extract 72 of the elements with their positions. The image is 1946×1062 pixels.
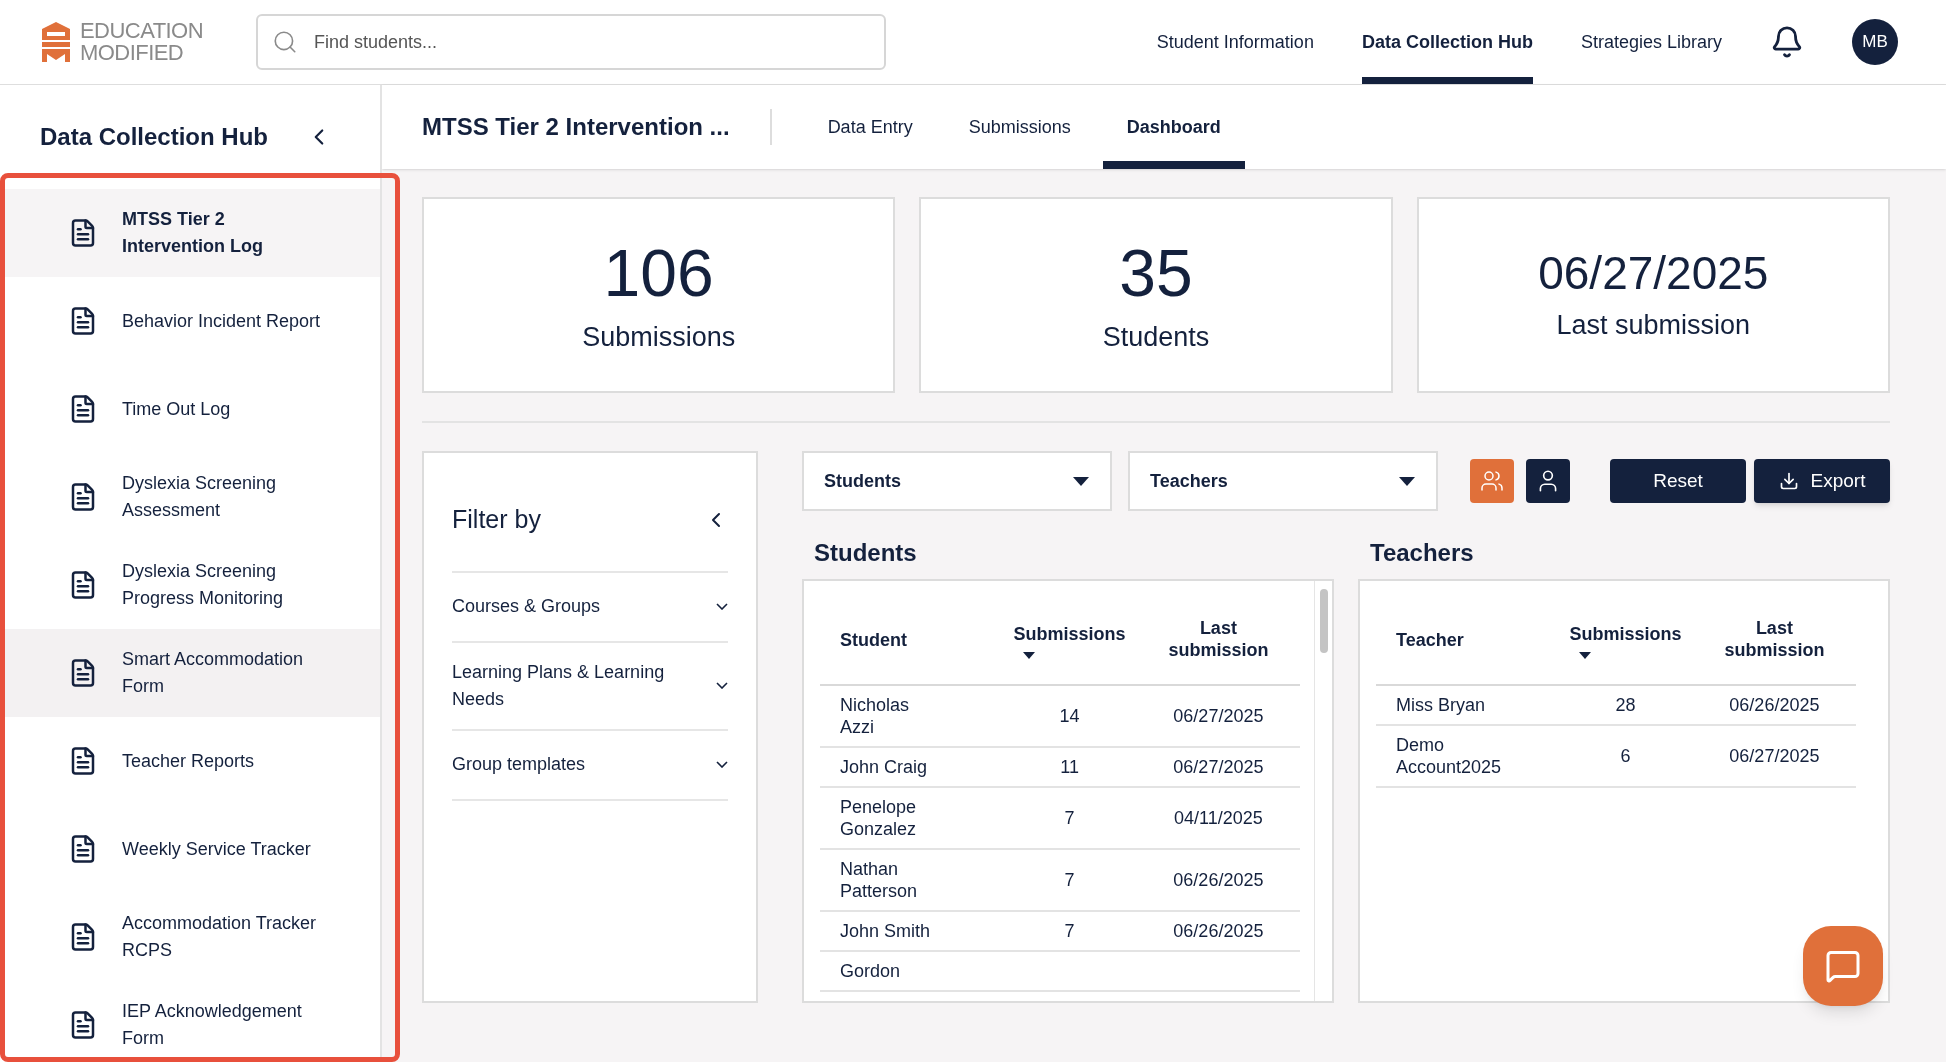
table-cell: Nicholas Azzi bbox=[820, 685, 1003, 747]
stat-label: Last submission bbox=[1556, 308, 1751, 342]
stat-value: 106 bbox=[603, 234, 714, 312]
sort-icon[interactable] bbox=[1021, 649, 1036, 660]
table-cell: Miss Bryan bbox=[1376, 685, 1559, 725]
table-cell: 7 bbox=[1002, 911, 1137, 951]
table-cell: Gordon bbox=[820, 951, 1003, 991]
caret-icon bbox=[1072, 475, 1090, 487]
table-cell: 06/26/2025 bbox=[1136, 911, 1300, 951]
filter-section[interactable]: Learning Plans & Learning Needs bbox=[452, 642, 728, 731]
table-cell: 7 bbox=[1002, 849, 1137, 911]
stat-value: 35 bbox=[1119, 234, 1193, 312]
table-cell: John Craig bbox=[820, 747, 1003, 787]
tab[interactable]: Dashboard bbox=[1102, 85, 1245, 169]
sort-icon[interactable] bbox=[1577, 649, 1592, 660]
caret-icon bbox=[1398, 475, 1416, 487]
stat-label: Submissions bbox=[582, 320, 736, 354]
table-cell: 06/26/2025 bbox=[1692, 685, 1856, 725]
table-cell: 06/27/2025 bbox=[1692, 725, 1856, 787]
column-header: Last submission bbox=[1692, 597, 1856, 685]
avatar[interactable]: MB bbox=[1852, 19, 1898, 65]
table-cell: 7 bbox=[1002, 787, 1137, 849]
tab[interactable]: Submissions bbox=[944, 85, 1095, 169]
table-cell: 14 bbox=[1002, 685, 1137, 747]
logo-icon bbox=[40, 20, 72, 64]
chevron-down-icon bbox=[716, 761, 728, 768]
table-cell: 6 bbox=[1558, 725, 1693, 787]
chat-button[interactable] bbox=[1803, 926, 1883, 1006]
column-header[interactable]: Submissions bbox=[1002, 597, 1137, 685]
search-icon bbox=[272, 29, 298, 55]
sidebar-title: Data Collection Hub bbox=[40, 122, 268, 152]
group-icon bbox=[1480, 469, 1504, 493]
column-header[interactable]: Submissions bbox=[1558, 597, 1693, 685]
table-cell: Demo Account2025 bbox=[1376, 725, 1559, 787]
table-cell: 28 bbox=[1558, 685, 1693, 725]
column-header: Last submission bbox=[1136, 597, 1300, 685]
download-icon bbox=[1778, 471, 1799, 491]
column-header: Student bbox=[820, 597, 1003, 685]
column-header: Teacher bbox=[1376, 597, 1559, 685]
section-title: Students bbox=[814, 538, 918, 568]
tab[interactable]: Data Entry bbox=[803, 85, 937, 169]
table-cell: 06/27/2025 bbox=[1136, 685, 1300, 747]
logo-text: MODIFIED bbox=[80, 42, 185, 64]
table-cell: John Smith bbox=[820, 911, 1003, 951]
stat-label: Students bbox=[1102, 320, 1210, 354]
filter-section[interactable]: Group templates bbox=[452, 730, 728, 801]
dropdown[interactable]: Teachers bbox=[1128, 451, 1438, 511]
view-toggle[interactable] bbox=[1470, 459, 1514, 503]
export-button[interactable]: Export bbox=[1754, 459, 1890, 503]
search-field[interactable]: Find students... bbox=[256, 14, 886, 70]
stat-value: 06/27/2025 bbox=[1538, 245, 1769, 301]
chevron-down-icon bbox=[716, 603, 728, 610]
bell-icon[interactable] bbox=[1770, 25, 1804, 59]
nav-link[interactable]: Strategies Library bbox=[1580, 0, 1722, 84]
table-cell: Nathan Patterson bbox=[820, 849, 1003, 911]
section-title: Teachers bbox=[1370, 538, 1475, 568]
page-title: MTSS Tier 2 Intervention ... bbox=[422, 109, 772, 145]
chevron-down-icon bbox=[716, 682, 728, 689]
logo-text: EDUCATION bbox=[80, 20, 203, 42]
chat-icon bbox=[1825, 948, 1861, 984]
dropdown[interactable]: Students bbox=[802, 451, 1112, 511]
scrollbar-thumb[interactable] bbox=[1319, 589, 1328, 653]
nav-link[interactable]: Student Information bbox=[1156, 0, 1314, 84]
table-cell: 04/11/2025 bbox=[1136, 787, 1300, 849]
table-cell: 06/27/2025 bbox=[1136, 747, 1300, 787]
table-cell: 11 bbox=[1002, 747, 1137, 787]
reset-button[interactable]: Reset bbox=[1610, 459, 1746, 503]
filter-title: Filter by bbox=[452, 504, 541, 535]
table-cell: 06/26/2025 bbox=[1136, 849, 1300, 911]
view-toggle[interactable] bbox=[1526, 459, 1570, 503]
table-cell: Penelope Gonzalez bbox=[820, 787, 1003, 849]
filter-section[interactable]: Courses & Groups bbox=[452, 572, 728, 643]
